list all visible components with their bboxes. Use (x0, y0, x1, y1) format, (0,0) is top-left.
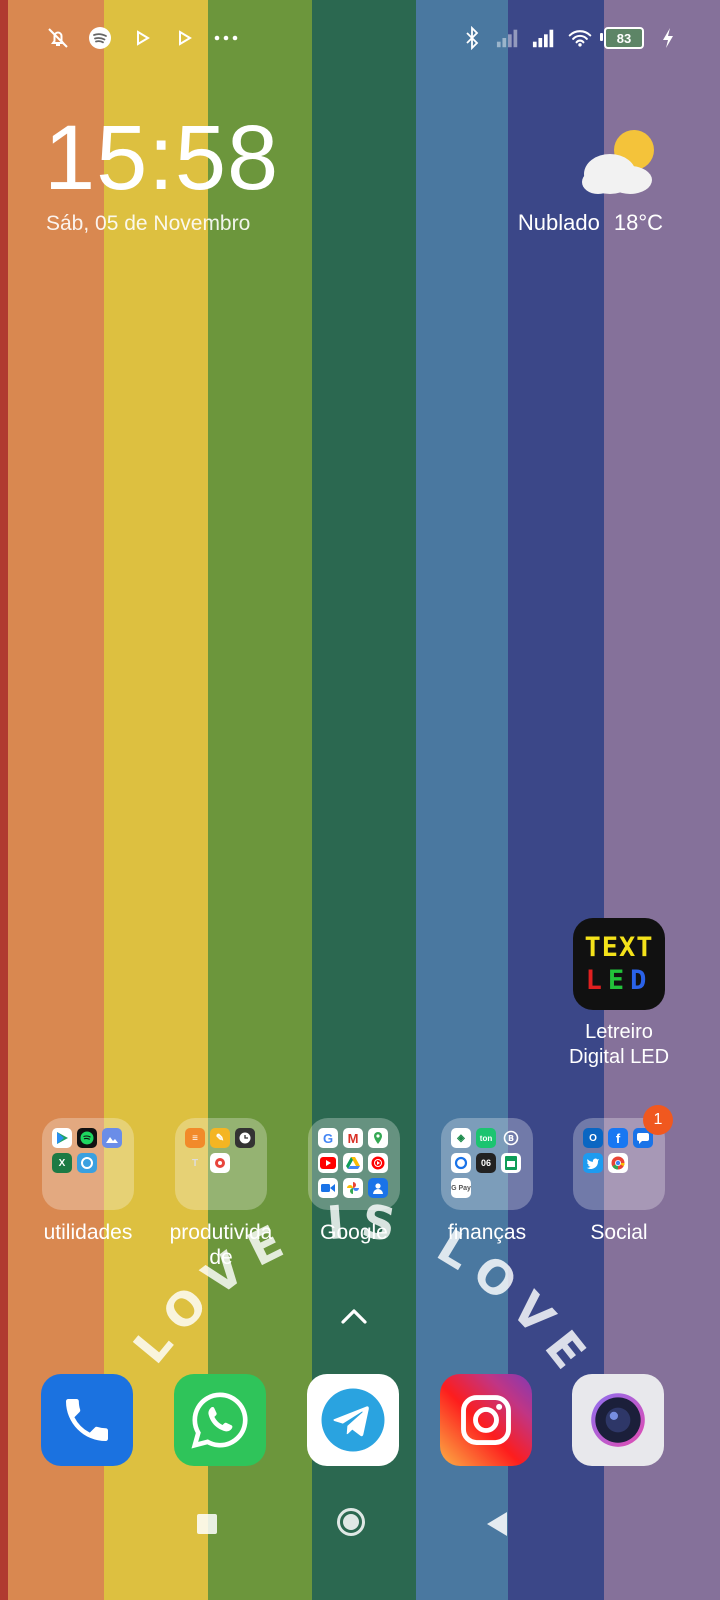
youtube-icon (318, 1153, 338, 1173)
tool-icon: T (191, 1157, 199, 1169)
photos-icon (343, 1178, 363, 1198)
charging-icon (656, 26, 680, 50)
clock-date: Sáb, 05 de Novembro (46, 212, 251, 235)
folder-label: produtivida de (169, 1221, 273, 1269)
led-app-label-line1: Letreiro (585, 1021, 653, 1043)
led-icon-top-text: TEXT (584, 932, 654, 963)
led-app-label-line2: Digital LED (568, 1046, 670, 1068)
clock-icon (235, 1128, 255, 1148)
wallpaper-stripe (604, 0, 720, 1600)
wallpaper-stripe (416, 0, 508, 1600)
folder-utilidades[interactable]: X utilidades (42, 1118, 134, 1245)
weather-widget[interactable]: Nublado 18°C (518, 210, 663, 236)
twitter-icon (583, 1153, 603, 1173)
meet-icon (318, 1178, 338, 1198)
folder-icon: G M (308, 1118, 400, 1210)
notification-badge: 1 (643, 1105, 673, 1135)
wallpaper-stripe (104, 0, 208, 1600)
folder-icon: O f 1 (573, 1105, 673, 1210)
alarm-off-icon (46, 26, 70, 50)
gmail-icon: M (343, 1128, 363, 1148)
led-icon-bottom-text: LED (586, 967, 653, 994)
led-app-shortcut[interactable]: TEXT LED Letreiro Digital LED (567, 918, 671, 1070)
youtube-music-icon (368, 1153, 388, 1173)
play-store-icon (52, 1128, 72, 1148)
maps-icon (368, 1128, 388, 1148)
signal-weak-icon (496, 26, 520, 50)
led-letter: L (585, 965, 608, 996)
ton-icon: ton (476, 1128, 496, 1148)
bluetooth-icon (460, 26, 484, 50)
wallpaper-stripe (208, 0, 312, 1600)
spotify-icon (77, 1128, 97, 1148)
wallpaper-stripe (508, 0, 604, 1600)
phone-icon[interactable] (41, 1374, 133, 1466)
google-icon: G (318, 1128, 338, 1148)
app-drawer-arrow-icon[interactable] (340, 1306, 368, 1326)
notes-icon: ≡ (185, 1128, 205, 1148)
outlook-icon: O (583, 1128, 603, 1148)
led-letter: E (607, 965, 631, 996)
contacts-icon (368, 1178, 388, 1198)
weather-temperature: 18°C (613, 210, 663, 235)
folder-label: finanças (447, 1221, 527, 1244)
app-06-icon: 06 (476, 1153, 496, 1173)
home-dot-icon (343, 1514, 359, 1530)
play-icon (130, 26, 154, 50)
folder-produtividade[interactable]: ≡ ✎ T produtivida de (170, 1118, 272, 1270)
svg-text:B: B (508, 1134, 514, 1143)
gallery-icon (102, 1128, 122, 1148)
status-bar[interactable]: 83 (0, 0, 720, 80)
folder-label: Social (590, 1221, 648, 1244)
folder-google[interactable]: G M Google (308, 1118, 400, 1245)
scanner-icon (77, 1153, 97, 1173)
folder-label: Google (320, 1221, 388, 1244)
chrome-icon (608, 1153, 628, 1173)
gpay-icon: G Pay (451, 1178, 471, 1198)
spotify-icon (88, 26, 112, 50)
telegram-icon[interactable] (307, 1374, 399, 1466)
folder-financas[interactable]: ◈ ton B 06 G Pay finanças (441, 1118, 533, 1245)
sheets-icon (501, 1153, 521, 1173)
whatsapp-icon[interactable] (174, 1374, 266, 1466)
signal-full-icon (532, 26, 556, 50)
navigation-bar (0, 1506, 720, 1546)
folder-social[interactable]: O f 1 Social (573, 1105, 673, 1245)
wallpaper-stripe (8, 0, 104, 1600)
sync-icon (451, 1153, 471, 1173)
camera-icon[interactable] (572, 1374, 664, 1466)
whatsapp-business-icon: B (501, 1128, 521, 1148)
battery-level: 83 (616, 30, 632, 46)
instagram-icon[interactable] (440, 1374, 532, 1466)
play-icon (172, 26, 196, 50)
wallpaper-stripe (0, 0, 8, 1600)
led-app-label: Letreiro Digital LED (567, 1020, 671, 1070)
wallpaper (0, 0, 720, 1600)
pencil-icon: ✎ (210, 1128, 230, 1148)
bank-icon: ◈ (451, 1128, 471, 1148)
led-letter: D (630, 965, 653, 996)
folder-label: utilidades (43, 1221, 133, 1244)
excel-icon: X (52, 1153, 72, 1173)
wifi-icon (568, 26, 592, 50)
home-button[interactable] (337, 1508, 365, 1536)
clock-time[interactable]: 15:58 (44, 112, 279, 204)
recents-button[interactable] (197, 1514, 217, 1534)
more-icon (214, 26, 238, 50)
facebook-icon: f (608, 1128, 628, 1148)
recorder-icon (210, 1153, 230, 1173)
battery-icon: 83 (600, 27, 644, 49)
partly-cloudy-icon[interactable] (580, 130, 660, 200)
drive-icon (343, 1153, 363, 1173)
weather-condition: Nublado (517, 210, 600, 235)
led-app-icon: TEXT LED (573, 918, 665, 1010)
folder-icon: ◈ ton B 06 G Pay (441, 1118, 533, 1210)
back-button[interactable] (487, 1512, 507, 1536)
wallpaper-stripe (312, 0, 416, 1600)
folder-icon: X (42, 1118, 134, 1210)
folder-icon: ≡ ✎ T (175, 1118, 267, 1210)
